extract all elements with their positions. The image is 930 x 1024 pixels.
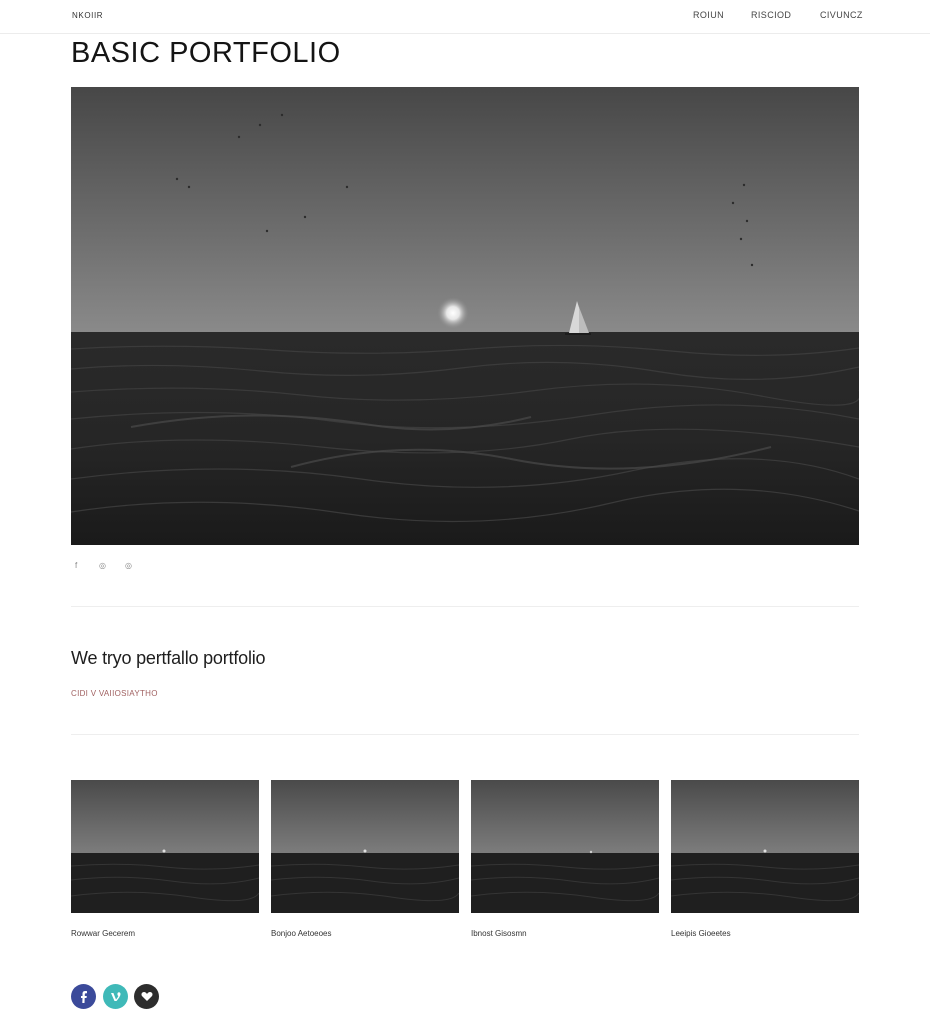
- nav-link-3[interactable]: CIVUNCZ: [820, 10, 863, 20]
- section-heading: We tryo pertfallo portfolio: [71, 648, 266, 668]
- gallery-caption[interactable]: Bonjoo Aetoeoes: [271, 929, 332, 938]
- section-divider: [71, 606, 859, 607]
- hero-image: [71, 87, 859, 545]
- gallery-thumbnail[interactable]: [471, 780, 659, 913]
- gallery-thumbnail[interactable]: [71, 780, 259, 913]
- page-title: BASIC PORTFOLIO: [71, 37, 341, 69]
- hero-camera-icon[interactable]: ◎: [125, 561, 132, 570]
- heart-button[interactable]: [134, 984, 159, 1009]
- gallery-caption[interactable]: Ibnost Gisosmn: [471, 929, 527, 938]
- gallery-caption[interactable]: Rowwar Gecerem: [71, 929, 135, 938]
- gallery-thumbnail[interactable]: [271, 780, 459, 913]
- nav-link-1[interactable]: ROIUN: [693, 10, 724, 20]
- section-divider: [71, 734, 859, 735]
- hero-instagram-icon[interactable]: ◎: [99, 561, 106, 570]
- vine-icon: [110, 991, 120, 1001]
- hero-facebook-icon[interactable]: f: [75, 561, 77, 570]
- brand-logo-text[interactable]: NKOIIR: [72, 11, 103, 20]
- gallery-thumbnail[interactable]: [671, 780, 859, 913]
- heart-icon: [140, 992, 153, 1001]
- gallery-caption[interactable]: Leeipis Gioeetes: [671, 929, 731, 938]
- section-subtitle: CIDI V VAIIOSIAYTHO: [71, 689, 158, 698]
- nav-link-2[interactable]: RISCIOD: [751, 10, 791, 20]
- vine-button[interactable]: [103, 984, 128, 1009]
- facebook-button[interactable]: [71, 984, 96, 1009]
- facebook-icon: [80, 990, 87, 1003]
- top-navigation-bar: NKOIIR ROIUN RISCIOD CIVUNCZ: [0, 0, 930, 34]
